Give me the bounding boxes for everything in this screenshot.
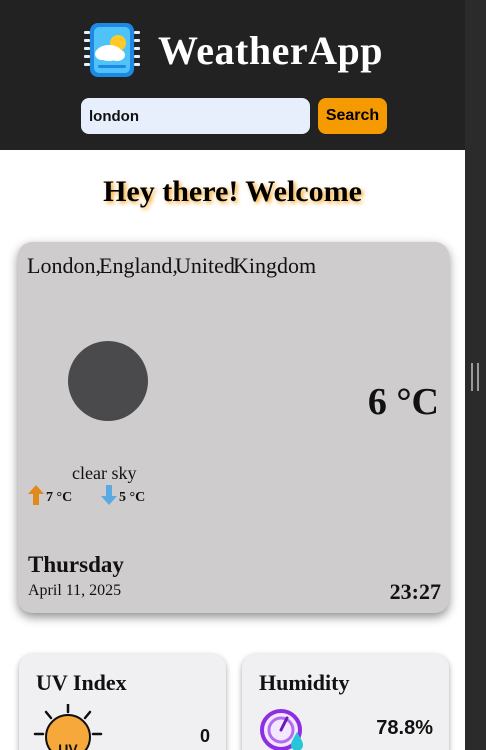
welcome-heading: Hey there! Welcome — [103, 175, 362, 208]
humidity-title: Humidity — [259, 670, 350, 695]
uv-title: UV Index — [36, 670, 127, 695]
max-temperature-value: 7 °C — [46, 489, 73, 505]
day-of-week: Thursday — [28, 552, 124, 577]
app-title: WeatherApp — [158, 27, 383, 73]
current-time: 23:27 — [389, 579, 441, 604]
uv-value: 0 — [199, 726, 210, 746]
arrow-down-icon — [101, 485, 117, 510]
current-date: April 11, 2025 — [28, 582, 122, 599]
panel-resize-handle[interactable] — [471, 363, 479, 391]
uv-sun-icon: UV — [33, 702, 103, 750]
location-region: England, — [99, 253, 178, 278]
location-country-2: Kingdom — [233, 253, 317, 278]
header: WeatherApp Search — [0, 0, 465, 150]
weather-app-logo-icon — [82, 21, 142, 79]
uv-index-card: UV Index UV 0 — [19, 654, 226, 750]
humidity-value: 78.8% — [376, 717, 433, 739]
weather-placeholder-icon — [68, 341, 148, 421]
min-temperature-value: 5 °C — [119, 489, 146, 505]
location-country-1: United — [175, 253, 235, 278]
app-viewport: WeatherApp Search Hey there! Welcome Lon… — [0, 0, 465, 750]
location-city: London, — [27, 253, 101, 278]
search-input[interactable] — [81, 98, 310, 134]
search-bar: Search — [81, 98, 387, 134]
humidity-gauge-icon — [259, 708, 309, 750]
search-button[interactable]: Search — [318, 98, 387, 134]
brand: WeatherApp — [0, 20, 465, 80]
weather-description: clear sky — [72, 463, 137, 483]
min-temperature: 5 °C — [101, 485, 145, 510]
current-weather-card: London, England, United Kingdom 6 °C cle… — [18, 242, 449, 613]
max-temperature: 7 °C — [28, 485, 72, 510]
uv-icon-label: UV — [58, 741, 78, 750]
arrow-up-icon — [28, 485, 44, 510]
current-temperature: 6 °C — [367, 381, 439, 423]
humidity-card: Humidity 78.8% — [242, 654, 449, 750]
